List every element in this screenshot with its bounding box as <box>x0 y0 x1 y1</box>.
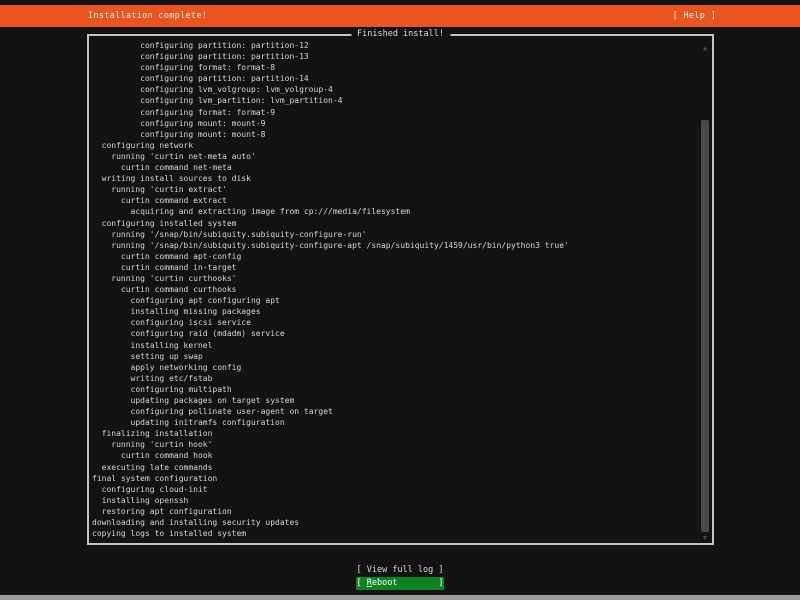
log-line: updating initramfs configuration <box>92 418 285 428</box>
log-line: configuring installed system <box>92 218 237 228</box>
log-line: running 'curtin net-meta auto' <box>92 151 256 161</box>
reboot-button[interactable]: [ Reboot ] <box>356 577 444 590</box>
log-line: configuring format: format-8 <box>92 63 276 73</box>
log-line: curtin command in-target <box>92 262 237 272</box>
log-line: configuring format: format-9 <box>92 107 276 117</box>
log-line: updating packages on target system <box>92 396 295 405</box>
log-line: configuring lvm_volgroup: lvm_volgroup-4 <box>92 85 333 95</box>
log-line: configuring mount: mount-9 <box>92 118 266 128</box>
log-line: installing missing packages <box>92 307 261 317</box>
installer-header: Installation complete! [ Help ] <box>0 5 800 27</box>
install-log[interactable]: configuring partition: partition-12 conf… <box>89 36 712 543</box>
log-line: configuring apt configuring apt <box>92 296 280 306</box>
log-line: running 'curtin hook' <box>92 440 213 450</box>
log-line: curtin command hook <box>92 451 213 461</box>
log-line: configuring mount: mount-8 <box>92 129 266 139</box>
log-line: configuring multipath <box>92 384 232 394</box>
log-line: curtin command extract <box>92 196 227 206</box>
log-line: copying logs to installed system <box>92 529 247 539</box>
log-line: setting up swap <box>92 351 203 361</box>
log-line: running '/snap/bin/subiquity.subiquity-c… <box>92 229 367 239</box>
log-line: acquiring and extracting image from cp:/… <box>92 207 410 217</box>
log-line: configuring lvm_partition: lvm_partition… <box>92 96 343 106</box>
log-line: restoring apt configuration <box>92 506 232 516</box>
log-line: configuring network <box>92 140 194 150</box>
log-line: running '/snap/bin/subiquity.subiquity-c… <box>92 240 569 250</box>
log-line: configuring raid (mdadm) service <box>92 329 285 339</box>
log-line: installing openssh <box>92 495 189 505</box>
finished-install-panel: Finished install! configuring partition:… <box>87 28 714 545</box>
log-line: downloading and installing security upda… <box>92 518 300 528</box>
log-line: configuring pollinate user-agent on targ… <box>92 407 333 417</box>
log-line: configuring cloud-init <box>92 484 208 494</box>
log-line: executing late commands <box>92 462 213 472</box>
log-line: apply networking config <box>92 362 242 372</box>
log-line: finalizing installation <box>92 429 213 439</box>
log-line: curtin command apt-config <box>92 251 242 261</box>
log-line: configuring iscsi service <box>92 318 251 328</box>
log-line: configuring partition: partition-14 <box>92 74 309 84</box>
log-line: running 'curtin curthooks' <box>92 273 237 283</box>
log-line: configuring partition: partition-12 <box>92 41 309 50</box>
scrollbar-thumb[interactable] <box>701 120 709 532</box>
log-line: writing install sources to disk <box>92 174 251 184</box>
header-title: Installation complete! <box>88 11 208 21</box>
log-line: running 'curtin extract' <box>92 185 227 195</box>
help-button[interactable]: [ Help ] <box>673 11 716 21</box>
reboot-label-prefix: [ <box>356 578 367 588</box>
bottom-edge-strip <box>0 595 800 600</box>
view-full-log-button[interactable]: [ View full log ] <box>0 564 800 577</box>
scroll-down-icon[interactable]: ▼ <box>700 534 710 542</box>
footer-buttons: [ View full log ] [ Reboot ] <box>0 564 800 590</box>
reboot-label-suffix: ] <box>397 578 444 588</box>
reboot-label-rest: eboot <box>371 578 398 588</box>
reboot-button-row: [ Reboot ] <box>0 577 800 590</box>
log-line: curtin command net-meta <box>92 163 232 173</box>
scroll-up-icon[interactable]: ▲ <box>700 44 710 52</box>
log-line: final system configuration <box>92 473 218 483</box>
log-line: installing kernel <box>92 340 213 350</box>
log-line: curtin command curthooks <box>92 285 237 295</box>
log-line: configuring partition: partition-13 <box>92 52 309 62</box>
log-line: writing etc/fstab <box>92 373 213 383</box>
